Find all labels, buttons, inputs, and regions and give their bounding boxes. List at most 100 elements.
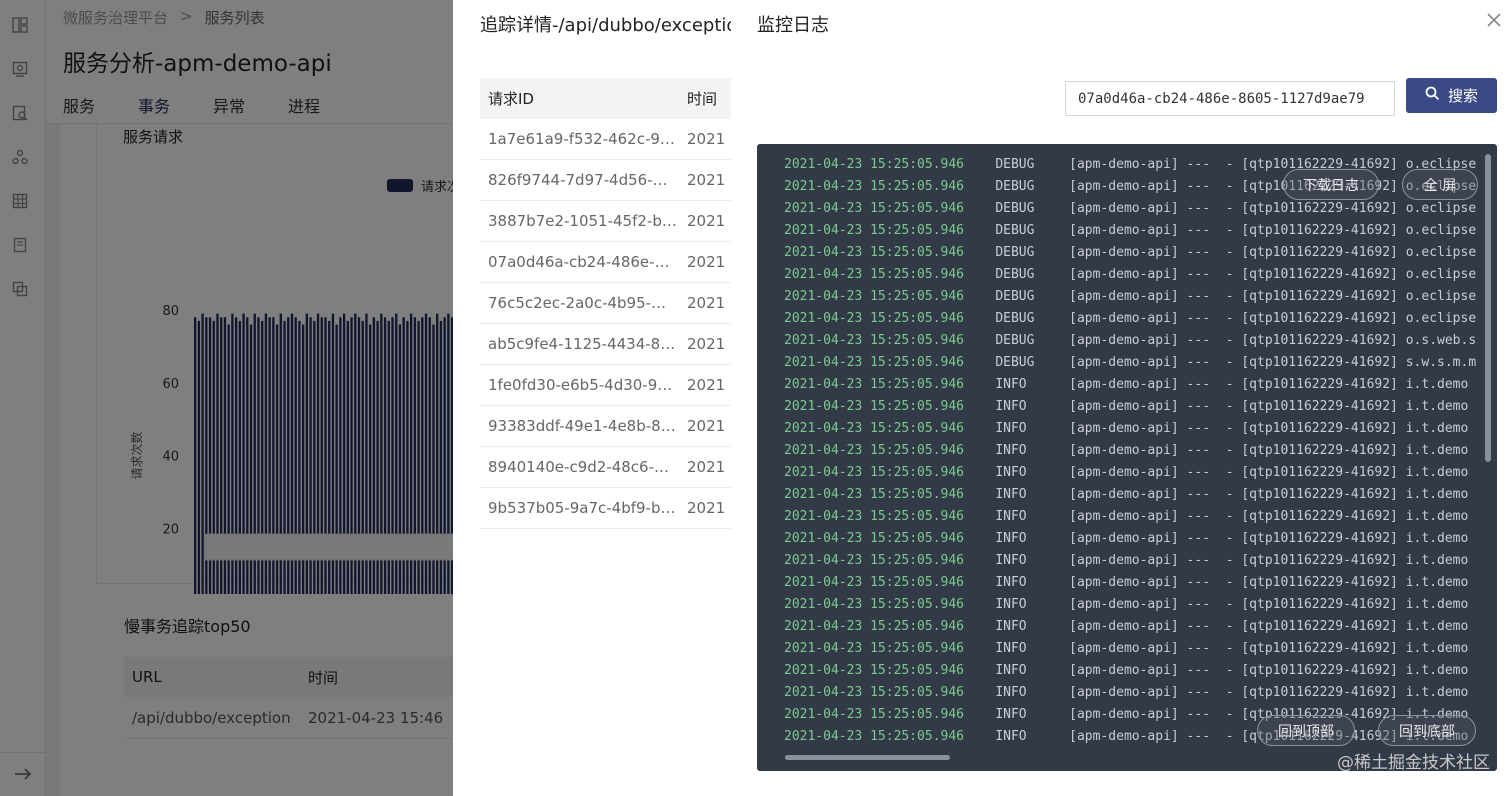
log-meta: [apm-demo-api] --- - [qtp101162229-41692… — [1069, 289, 1398, 304]
log-meta: [apm-demo-api] --- - [qtp101162229-41692… — [1069, 685, 1398, 700]
log-class: i.t.demo — [1405, 443, 1469, 458]
log-level: INFO — [995, 487, 1027, 502]
log-level: DEBUG — [995, 355, 1035, 370]
log-class: o.eclipse — [1405, 311, 1477, 326]
log-meta: [apm-demo-api] --- - [qtp101162229-41692… — [1069, 311, 1398, 326]
log-level: INFO — [995, 729, 1027, 744]
monitor-log-drawer: 监控日志 搜索 2021-04-23 15:25:05.946 DEBUG [a… — [731, 0, 1512, 796]
log-meta: [apm-demo-api] --- - [qtp101162229-41692… — [1069, 509, 1398, 524]
cell-request-id[interactable]: ab5c9fe4-1125-4434-8… — [480, 335, 687, 353]
log-timestamp: 2021-04-23 15:25:05.946 — [784, 157, 965, 172]
cell-request-id[interactable]: 07a0d46a-cb24-486e-… — [480, 253, 687, 271]
log-timestamp: 2021-04-23 15:25:05.946 — [784, 619, 965, 634]
cell-request-id[interactable]: 1a7e61a9-f532-462c-9… — [480, 130, 687, 148]
log-level: INFO — [995, 421, 1027, 436]
log-line: 2021-04-23 15:25:05.946 INFO [apm-demo-a… — [784, 528, 1480, 550]
log-meta: [apm-demo-api] --- - [qtp101162229-41692… — [1069, 399, 1398, 414]
log-meta: [apm-demo-api] --- - [qtp101162229-41692… — [1069, 333, 1398, 348]
log-meta: [apm-demo-api] --- - [qtp101162229-41692… — [1069, 531, 1398, 546]
log-level: INFO — [995, 531, 1027, 546]
cell-request-id[interactable]: 826f9744-7d97-4d56-… — [480, 171, 687, 189]
log-level: DEBUG — [995, 311, 1035, 326]
log-meta: [apm-demo-api] --- - [qtp101162229-41692… — [1069, 663, 1398, 678]
trace-drawer-title: 追踪详情-/api/dubbo/exception — [480, 15, 749, 36]
log-level: INFO — [995, 619, 1027, 634]
vertical-scrollbar[interactable] — [1485, 154, 1491, 462]
log-line: 2021-04-23 15:25:05.946 INFO [apm-demo-a… — [784, 462, 1480, 484]
fullscreen-button[interactable]: 全 屏 — [1402, 169, 1478, 200]
log-line: 2021-04-23 15:25:05.946 DEBUG [apm-demo-… — [784, 308, 1480, 330]
log-timestamp: 2021-04-23 15:25:05.946 — [784, 311, 965, 326]
log-class: i.t.demo — [1405, 465, 1469, 480]
log-class: o.eclipse — [1405, 245, 1477, 260]
horizontal-scrollbar[interactable] — [785, 755, 950, 760]
log-class: i.t.demo — [1405, 531, 1469, 546]
log-level: INFO — [995, 553, 1027, 568]
log-timestamp: 2021-04-23 15:25:05.946 — [784, 729, 965, 744]
log-meta: [apm-demo-api] --- - [qtp101162229-41692… — [1069, 245, 1398, 260]
log-level: DEBUG — [995, 289, 1035, 304]
log-timestamp: 2021-04-23 15:25:05.946 — [784, 355, 965, 370]
log-line: 2021-04-23 15:25:05.946 INFO [apm-demo-a… — [784, 506, 1480, 528]
log-panel[interactable]: 2021-04-23 15:25:05.946 DEBUG [apm-demo-… — [757, 144, 1497, 771]
log-level: DEBUG — [995, 179, 1035, 194]
log-timestamp: 2021-04-23 15:25:05.946 — [784, 289, 965, 304]
log-level: DEBUG — [995, 267, 1035, 282]
log-line: 2021-04-23 15:25:05.946 INFO [apm-demo-a… — [784, 396, 1480, 418]
log-timestamp: 2021-04-23 15:25:05.946 — [784, 421, 965, 436]
log-class: o.eclipse — [1405, 289, 1477, 304]
log-class: i.t.demo — [1405, 575, 1469, 590]
cell-request-id[interactable]: 3887b7e2-1051-45f2-b… — [480, 212, 687, 230]
log-meta: [apm-demo-api] --- - [qtp101162229-41692… — [1069, 487, 1398, 502]
log-timestamp: 2021-04-23 15:25:05.946 — [784, 245, 965, 260]
log-level: DEBUG — [995, 157, 1035, 172]
log-class: i.t.demo — [1405, 509, 1469, 524]
log-class: s.w.s.m.m — [1405, 355, 1477, 370]
log-timestamp: 2021-04-23 15:25:05.946 — [784, 465, 965, 480]
log-lines[interactable]: 2021-04-23 15:25:05.946 DEBUG [apm-demo-… — [784, 154, 1480, 754]
log-timestamp: 2021-04-23 15:25:05.946 — [784, 597, 965, 612]
log-meta: [apm-demo-api] --- - [qtp101162229-41692… — [1069, 223, 1398, 238]
back-to-bottom-button[interactable]: 回到底部 — [1378, 715, 1476, 746]
log-level: INFO — [995, 641, 1027, 656]
log-level: INFO — [995, 377, 1027, 392]
log-meta: [apm-demo-api] --- - [qtp101162229-41692… — [1069, 421, 1398, 436]
log-timestamp: 2021-04-23 15:25:05.946 — [784, 531, 965, 546]
log-line: 2021-04-23 15:25:05.946 DEBUG [apm-demo-… — [784, 220, 1480, 242]
log-meta: [apm-demo-api] --- - [qtp101162229-41692… — [1069, 619, 1398, 634]
cell-request-id[interactable]: 1fe0fd30-e6b5-4d30-9… — [480, 376, 687, 394]
cell-request-id[interactable]: 8940140e-c9d2-48c6-… — [480, 458, 687, 476]
close-button[interactable] — [1485, 13, 1503, 31]
log-level: INFO — [995, 443, 1027, 458]
log-timestamp: 2021-04-23 15:25:05.946 — [784, 179, 965, 194]
column-header-request-id: 请求ID — [488, 90, 534, 108]
log-meta: [apm-demo-api] --- - [qtp101162229-41692… — [1069, 377, 1398, 392]
log-line: 2021-04-23 15:25:05.946 DEBUG [apm-demo-… — [784, 330, 1480, 352]
cell-request-id[interactable]: 76c5c2ec-2a0c-4b95-… — [480, 294, 687, 312]
watermark: @稀土掘金技术社区 — [1337, 753, 1490, 773]
log-level: INFO — [995, 663, 1027, 678]
search-button[interactable]: 搜索 — [1406, 78, 1497, 113]
log-line: 2021-04-23 15:25:05.946 INFO [apm-demo-a… — [784, 594, 1480, 616]
log-class: i.t.demo — [1405, 619, 1469, 634]
download-log-button[interactable]: 下载日志 — [1283, 169, 1379, 200]
log-level: INFO — [995, 685, 1027, 700]
log-meta: [apm-demo-api] --- - [qtp101162229-41692… — [1069, 575, 1398, 590]
log-class: o.eclipse — [1405, 223, 1477, 238]
cell-request-id[interactable]: 93383ddf-49e1-4e8b-8… — [480, 417, 687, 435]
search-input[interactable] — [1065, 81, 1395, 116]
log-line: 2021-04-23 15:25:05.946 INFO [apm-demo-a… — [784, 484, 1480, 506]
back-to-top-button[interactable]: 回到顶部 — [1257, 715, 1355, 746]
log-line: 2021-04-23 15:25:05.946 INFO [apm-demo-a… — [784, 726, 1480, 748]
log-timestamp: 2021-04-23 15:25:05.946 — [784, 663, 965, 678]
log-level: INFO — [995, 575, 1027, 590]
log-line: 2021-04-23 15:25:05.946 INFO [apm-demo-a… — [784, 572, 1480, 594]
log-line: 2021-04-23 15:25:05.946 DEBUG [apm-demo-… — [784, 154, 1480, 176]
log-timestamp: 2021-04-23 15:25:05.946 — [784, 685, 965, 700]
log-class: i.t.demo — [1405, 641, 1469, 656]
log-timestamp: 2021-04-23 15:25:05.946 — [784, 333, 965, 348]
log-line: 2021-04-23 15:25:05.946 INFO [apm-demo-a… — [784, 616, 1480, 638]
log-level: INFO — [995, 465, 1027, 480]
log-line: 2021-04-23 15:25:05.946 DEBUG [apm-demo-… — [784, 198, 1480, 220]
cell-request-id[interactable]: 9b537b05-9a7c-4bf9-b… — [480, 499, 687, 517]
